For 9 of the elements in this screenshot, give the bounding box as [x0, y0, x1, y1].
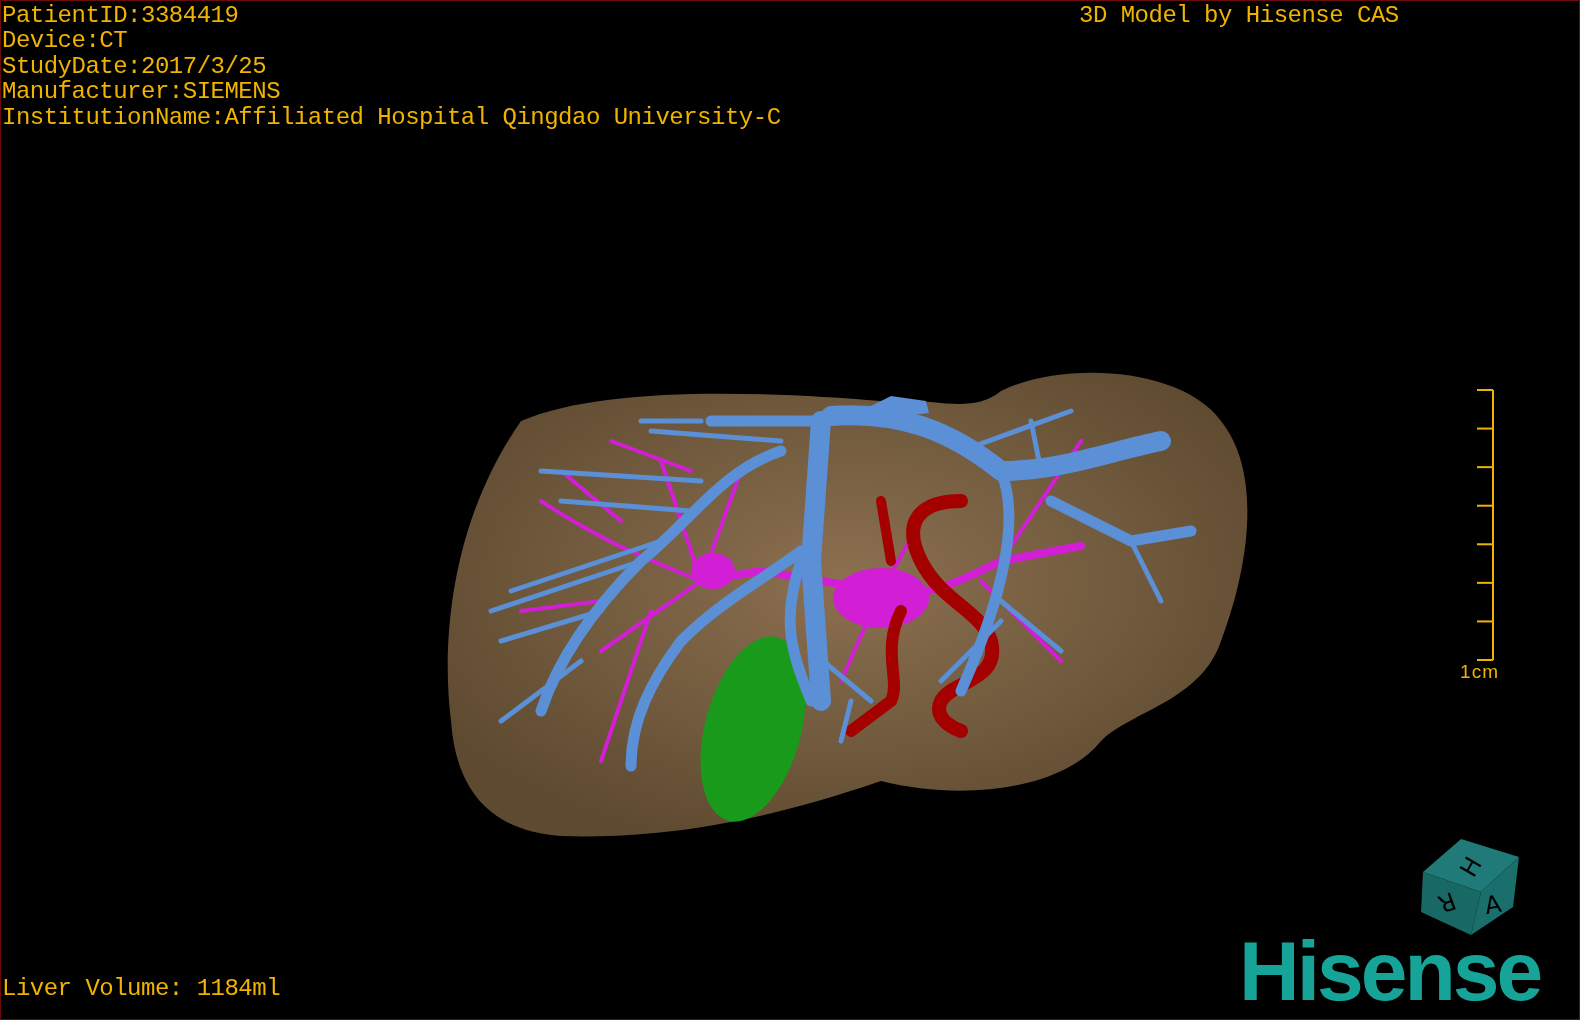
liver-volume-text: Liver Volume: 1184ml [2, 976, 281, 1002]
study-info-line: Device:CT [2, 28, 129, 54]
liver-model-drawing[interactable] [447, 372, 1248, 837]
study-info-line: InstitutionName:Affiliated Hospital Qingdao University-C [2, 104, 781, 131]
study-info-line: Manufacturer:SIEMENS [2, 79, 282, 105]
scale-label: 1cm [1460, 661, 1499, 683]
viewer-title: 3D Model by Hisense CAS [1079, 3, 1399, 29]
study-info-line: PatientID:3384419 [2, 3, 240, 29]
study-info-line: StudyDate:2017/3/25 [2, 53, 268, 80]
